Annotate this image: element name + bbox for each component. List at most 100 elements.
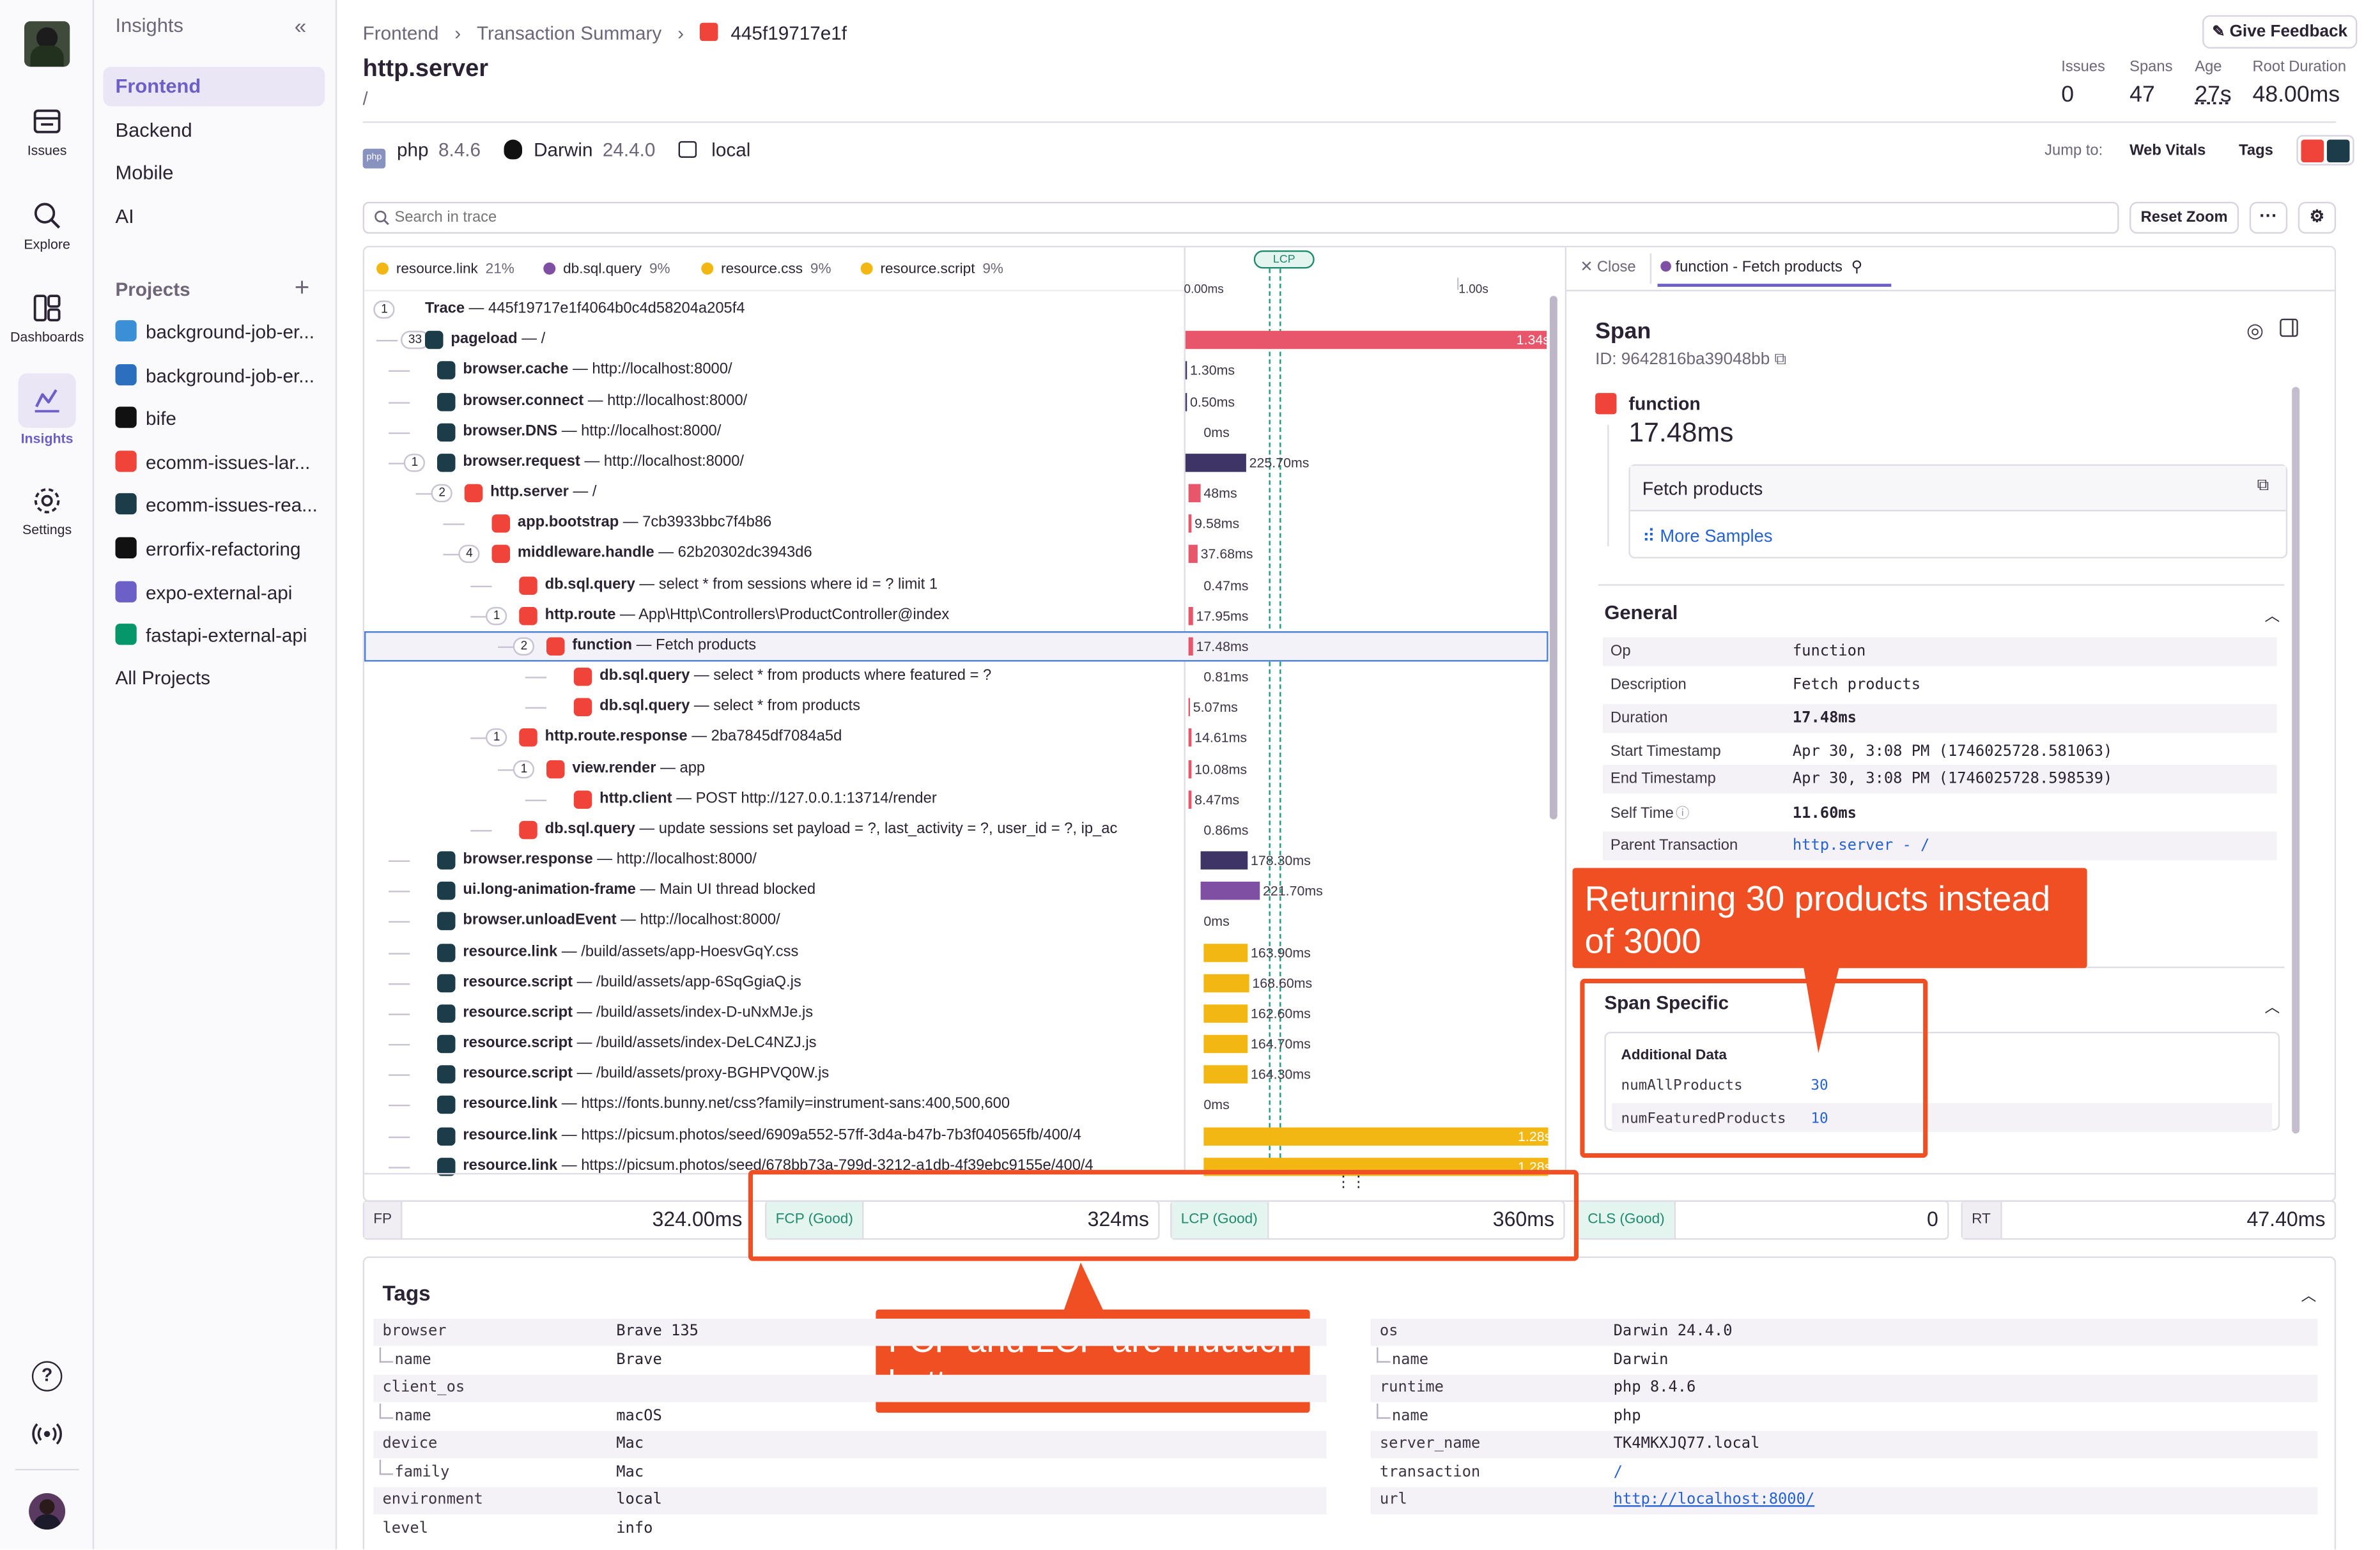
trace-row[interactable]: ui.long-animation-frame — Main UI thread… — [364, 876, 1549, 907]
focus-icon[interactable]: ◎ — [2246, 319, 2264, 343]
span-bar[interactable] — [1203, 1004, 1248, 1023]
trace-row[interactable]: 1 view.render — app 10.08ms — [364, 753, 1549, 784]
all-projects-link[interactable]: All Projects — [116, 668, 211, 689]
trace-row[interactable]: resource.script — /build/assets/proxy-BG… — [364, 1059, 1549, 1090]
span-bar[interactable] — [1185, 331, 1547, 349]
vital-cls[interactable]: CLS (Good) 0 — [1577, 1200, 1949, 1240]
reset-zoom-button[interactable]: Reset Zoom — [2129, 201, 2239, 234]
child-count-toggle[interactable]: 1 — [403, 453, 426, 472]
trace-row[interactable]: 1 browser.request — http://localhost:8000… — [364, 447, 1549, 478]
close-panel-button[interactable]: ✕ Close — [1580, 259, 1635, 276]
span-bar[interactable] — [1188, 484, 1201, 503]
trace-scrollbar[interactable] — [1549, 296, 1557, 820]
child-count-toggle[interactable]: 1 — [513, 759, 536, 778]
trace-row[interactable]: 2 function — Fetch products 17.48ms — [364, 631, 1549, 662]
copy-icon[interactable]: ⧉ — [2257, 477, 2269, 496]
child-count-toggle[interactable]: 4 — [458, 545, 481, 564]
vital-fp[interactable]: FP 324.00ms — [362, 1200, 753, 1240]
more-samples-link[interactable]: ⠾ More Samples — [1642, 525, 1773, 547]
trace-row[interactable]: browser.unloadEvent — http://localhost:8… — [364, 907, 1549, 937]
rail-issues[interactable]: Issues — [6, 106, 88, 158]
child-count-toggle[interactable]: 2 — [513, 637, 536, 656]
trace-search-input[interactable] — [394, 206, 2095, 229]
span-bar[interactable] — [1188, 545, 1198, 564]
trace-row[interactable]: db.sql.query — select * from products 5.0… — [364, 692, 1549, 723]
span-bar[interactable] — [1203, 1126, 1549, 1146]
jump-web-vitals[interactable]: Web Vitals — [2129, 142, 2206, 159]
span-bar[interactable] — [1188, 698, 1190, 717]
span-bar[interactable] — [1203, 974, 1249, 992]
span-bar[interactable] — [1188, 759, 1192, 778]
rail-insights[interactable]: Insights — [6, 373, 88, 446]
span-bar[interactable] — [1185, 362, 1187, 380]
sidebar-item-ai[interactable]: AI — [104, 197, 325, 237]
org-avatar[interactable] — [24, 21, 70, 67]
sidebar-item-backend[interactable]: Backend — [104, 111, 325, 150]
tab-span[interactable]: function - Fetch products ⚲ — [1660, 259, 1862, 276]
sidebar-item-frontend[interactable]: Frontend — [103, 66, 325, 107]
collapse-sidebar-icon[interactable]: « — [295, 13, 307, 38]
help-icon[interactable]: ? — [31, 1361, 63, 1392]
legend-item[interactable]: resource.link 21% — [376, 261, 514, 278]
trace-search[interactable] — [362, 201, 2119, 234]
sidebar-project[interactable]: errorfix-refactoring — [115, 533, 325, 566]
trace-row[interactable]: 2 http.server — / 48ms — [364, 478, 1549, 509]
trace-row[interactable]: browser.connect — http://localhost:8000/… — [364, 386, 1549, 417]
trace-row[interactable]: resource.script — /build/assets/index-D-… — [364, 999, 1549, 1029]
jump-tags[interactable]: Tags — [2239, 142, 2273, 159]
legend-item[interactable]: resource.script 9% — [860, 261, 1003, 278]
trace-row[interactable]: 33 pageload — /1.34s — [364, 325, 1549, 356]
trace-row[interactable]: resource.script — /build/assets/index-De… — [364, 1029, 1549, 1059]
sidebar-project[interactable]: background-job-er... — [115, 359, 325, 392]
span-bar[interactable] — [1188, 728, 1192, 748]
breadcrumb-frontend[interactable]: Frontend — [363, 23, 439, 44]
broadcast-icon[interactable] — [32, 1419, 63, 1450]
span-bar[interactable] — [1203, 1065, 1248, 1084]
pin-icon[interactable]: ⚲ — [1851, 259, 1862, 276]
child-count-toggle[interactable]: 1 — [373, 300, 396, 319]
tag-value[interactable]: http://localhost:8000/ — [1614, 1487, 1815, 1515]
rail-settings[interactable]: Settings — [6, 486, 88, 537]
trace-settings-button[interactable]: ⚙ — [2298, 201, 2337, 234]
sidebar-project[interactable]: ecomm-issues-rea... — [115, 489, 325, 523]
span-bar[interactable] — [1185, 392, 1187, 411]
sidebar-project[interactable]: background-job-er... — [115, 316, 325, 349]
chevron-up-icon[interactable]: ︿ — [2265, 602, 2280, 625]
more-options-button[interactable]: ··· — [2249, 201, 2288, 234]
lcp-marker[interactable]: LCP — [1253, 250, 1315, 269]
trace-row[interactable]: browser.DNS — http://localhost:8000/0ms — [364, 417, 1549, 447]
span-bar[interactable] — [1203, 1034, 1248, 1054]
info-icon[interactable]: ⓘ — [1676, 800, 1689, 829]
trace-row[interactable]: 1 http.route — App\Http\Controllers\Produ… — [364, 601, 1549, 631]
span-bar[interactable] — [1200, 882, 1260, 900]
trace-row[interactable]: http.client — POST http://127.0.0.1:1371… — [364, 784, 1549, 815]
trace-row[interactable]: app.bootstrap — 7cb3933bbc7f4b86 9.58ms — [364, 509, 1549, 539]
trace-row[interactable]: db.sql.query — select * from sessions wh… — [364, 570, 1549, 601]
child-count-toggle[interactable]: 1 — [486, 728, 508, 748]
trace-row[interactable]: 4 middleware.handle — 62b20302dc3943d6 37.… — [364, 539, 1549, 570]
trace-row[interactable]: resource.link — /build/assets/app-HoesvG… — [364, 937, 1549, 968]
child-count-toggle[interactable]: 2 — [431, 484, 453, 503]
legend-item[interactable]: resource.css 9% — [701, 261, 831, 278]
trace-row[interactable]: resource.script — /build/assets/app-6SqG… — [364, 968, 1549, 999]
span-bar[interactable] — [1188, 606, 1193, 625]
sidebar-project[interactable]: ecomm-issues-lar... — [115, 446, 325, 479]
breadcrumb-transaction-summary[interactable]: Transaction Summary — [477, 23, 661, 44]
span-bar[interactable] — [1188, 637, 1193, 656]
chevron-up-icon[interactable]: ︿ — [2265, 994, 2280, 1017]
legend-item[interactable]: db.sql.query 9% — [543, 261, 670, 278]
trace-row[interactable]: resource.link — https://fonts.bunny.net/… — [364, 1090, 1549, 1121]
panel-layout-icon[interactable] — [2280, 318, 2298, 337]
sidebar-project[interactable]: bife — [115, 403, 325, 436]
trace-row[interactable]: browser.cache — http://localhost:8000/1.… — [364, 356, 1549, 387]
trace-row[interactable]: 1 http.route.response — 2ba7845df7084a5d 1… — [364, 723, 1549, 753]
user-avatar[interactable] — [29, 1493, 66, 1530]
chevron-up-icon[interactable]: ︿ — [2301, 1282, 2317, 1305]
stat-age-value[interactable]: 27s — [2195, 82, 2231, 107]
span-bar[interactable] — [1200, 851, 1248, 870]
span-bar[interactable] — [1185, 453, 1246, 472]
vital-rt[interactable]: RT 47.40ms — [1961, 1200, 2337, 1240]
copy-icon[interactable]: ⧉ — [1775, 351, 1787, 369]
trace-row[interactable]: db.sql.query — select * from products wh… — [364, 662, 1549, 693]
add-project-icon[interactable]: + — [295, 273, 310, 304]
